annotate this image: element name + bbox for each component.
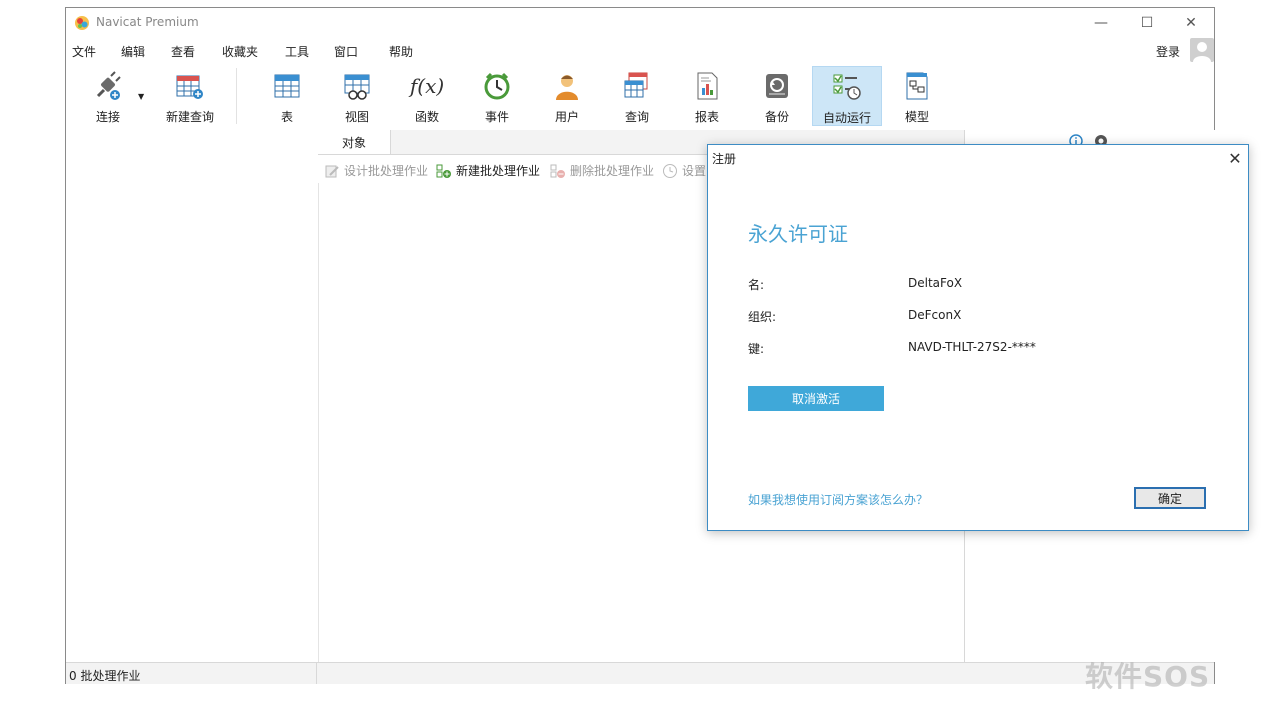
design-pencil-icon <box>325 165 339 177</box>
navicat-logo-icon <box>75 16 89 30</box>
toolbar-event-label: 事件 <box>484 110 509 124</box>
toolbar-event[interactable]: 事件 <box>462 66 532 126</box>
plug-icon <box>92 70 124 102</box>
settings-button[interactable]: 设置 <box>662 162 706 179</box>
toolbar-view[interactable]: 视图 <box>322 66 392 126</box>
name-label: 名: <box>748 278 765 292</box>
new-batch-job-icon <box>436 164 451 178</box>
toolbar-new-query[interactable]: 新建查询 <box>154 66 226 126</box>
delete-batch-job-icon <box>550 164 565 178</box>
watermark-text: 软件SOS <box>1085 660 1211 693</box>
toolbar-function-label: 函数 <box>414 110 439 124</box>
toolbar-backup-label: 备份 <box>764 110 789 124</box>
menu-bar: 文件 编辑 查看 收藏夹 工具 窗口 帮助 登录 <box>66 38 1214 62</box>
toolbar-function[interactable]: f(x) 函数 <box>392 66 462 126</box>
toolbar-automation-label: 自动运行 <box>822 111 871 125</box>
toolbar-view-label: 视图 <box>344 110 369 124</box>
toolbar-query[interactable]: 查询 <box>602 66 672 126</box>
title-bar: Navicat Premium — ☐ ✕ <box>66 8 1214 38</box>
menu-tools[interactable]: 工具 <box>285 43 309 60</box>
organization-value: DeFconX <box>908 308 962 322</box>
toolbar-table-label: 表 <box>280 110 293 124</box>
toolbar-table[interactable]: 表 <box>252 66 322 126</box>
menu-edit[interactable]: 编辑 <box>121 43 145 60</box>
menu-file[interactable]: 文件 <box>72 43 96 60</box>
dialog-title: 注册 <box>712 152 737 166</box>
new-batch-job-button[interactable]: 新建批处理作业 <box>436 162 540 179</box>
close-button[interactable]: ✕ <box>1168 8 1214 38</box>
settings-label: 设置 <box>682 164 707 178</box>
report-icon <box>691 70 723 102</box>
avatar[interactable] <box>1190 38 1214 62</box>
name-value: DeltaFoX <box>908 276 963 290</box>
toolbar-connect[interactable]: 连接 <box>76 66 140 126</box>
clock-icon <box>481 70 513 102</box>
toolbar-report[interactable]: 报表 <box>672 66 742 126</box>
toolbar-model-label: 模型 <box>904 110 929 124</box>
main-toolbar: 连接 ▼ 新建查询 表 视图 f(x) 函数 事件 用户 查询 报表 备份 自动… <box>66 62 1214 131</box>
toolbar-user-label: 用户 <box>554 110 579 124</box>
toolbar-query-label: 查询 <box>624 110 649 124</box>
status-text: 0 批处理作业 <box>69 669 141 683</box>
function-icon: f(x) <box>409 74 445 98</box>
backup-icon <box>761 70 793 102</box>
user-icon <box>551 70 583 102</box>
menu-window[interactable]: 窗口 <box>334 43 358 60</box>
deactivate-button[interactable]: 取消激活 <box>748 386 884 411</box>
navigation-pane[interactable] <box>66 130 319 662</box>
table-icon <box>271 70 303 102</box>
toolbar-new-query-label: 新建查询 <box>165 110 214 124</box>
automation-icon <box>831 71 863 103</box>
delete-batch-job-label: 删除批处理作业 <box>570 164 655 178</box>
toolbar-automation[interactable]: 自动运行 <box>812 66 882 126</box>
subscription-link[interactable]: 如果我想使用订阅方案该怎么办？ <box>748 491 928 508</box>
menu-help[interactable]: 帮助 <box>389 43 413 60</box>
key-value: NAVD-THLT-27S2-**** <box>908 340 1036 354</box>
user-avatar-icon <box>1193 42 1211 62</box>
license-heading: 永久许可证 <box>748 222 848 246</box>
new-query-icon <box>174 70 206 102</box>
status-separator <box>316 663 317 684</box>
menu-favorites[interactable]: 收藏夹 <box>222 43 258 60</box>
menu-view[interactable]: 查看 <box>171 43 195 60</box>
toolbar-model[interactable]: 模型 <box>882 66 952 126</box>
model-icon <box>901 70 933 102</box>
connect-dropdown-arrow-icon[interactable]: ▼ <box>138 92 144 101</box>
window-title: Navicat Premium <box>96 15 199 29</box>
tab-objects[interactable]: 对象 <box>318 130 391 154</box>
toolbar-report-label: 报表 <box>694 110 719 124</box>
view-icon <box>341 70 373 102</box>
login-link[interactable]: 登录 <box>1156 43 1180 60</box>
dialog-close-icon[interactable]: ✕ <box>1224 147 1246 169</box>
query-icon <box>621 70 653 102</box>
status-bar: 0 批处理作业 <box>66 662 1214 684</box>
ok-button[interactable]: 确定 <box>1134 487 1206 509</box>
minimize-button[interactable]: — <box>1078 8 1124 38</box>
clock-settings-icon <box>663 163 677 178</box>
toolbar-backup[interactable]: 备份 <box>742 66 812 126</box>
toolbar-connect-label: 连接 <box>95 110 120 124</box>
design-batch-job-button[interactable]: 设计批处理作业 <box>324 162 428 179</box>
toolbar-separator <box>236 68 237 124</box>
maximize-button[interactable]: ☐ <box>1124 8 1170 38</box>
new-batch-job-label: 新建批处理作业 <box>456 164 541 178</box>
key-label: 键: <box>748 342 765 356</box>
toolbar-user[interactable]: 用户 <box>532 66 602 126</box>
organization-label: 组织: <box>748 310 777 324</box>
design-batch-job-label: 设计批处理作业 <box>344 164 429 178</box>
registration-dialog: 注册 ✕ 永久许可证 名: DeltaFoX 组织: DeFconX 键: NA… <box>707 144 1249 531</box>
delete-batch-job-button[interactable]: 删除批处理作业 <box>550 162 654 179</box>
